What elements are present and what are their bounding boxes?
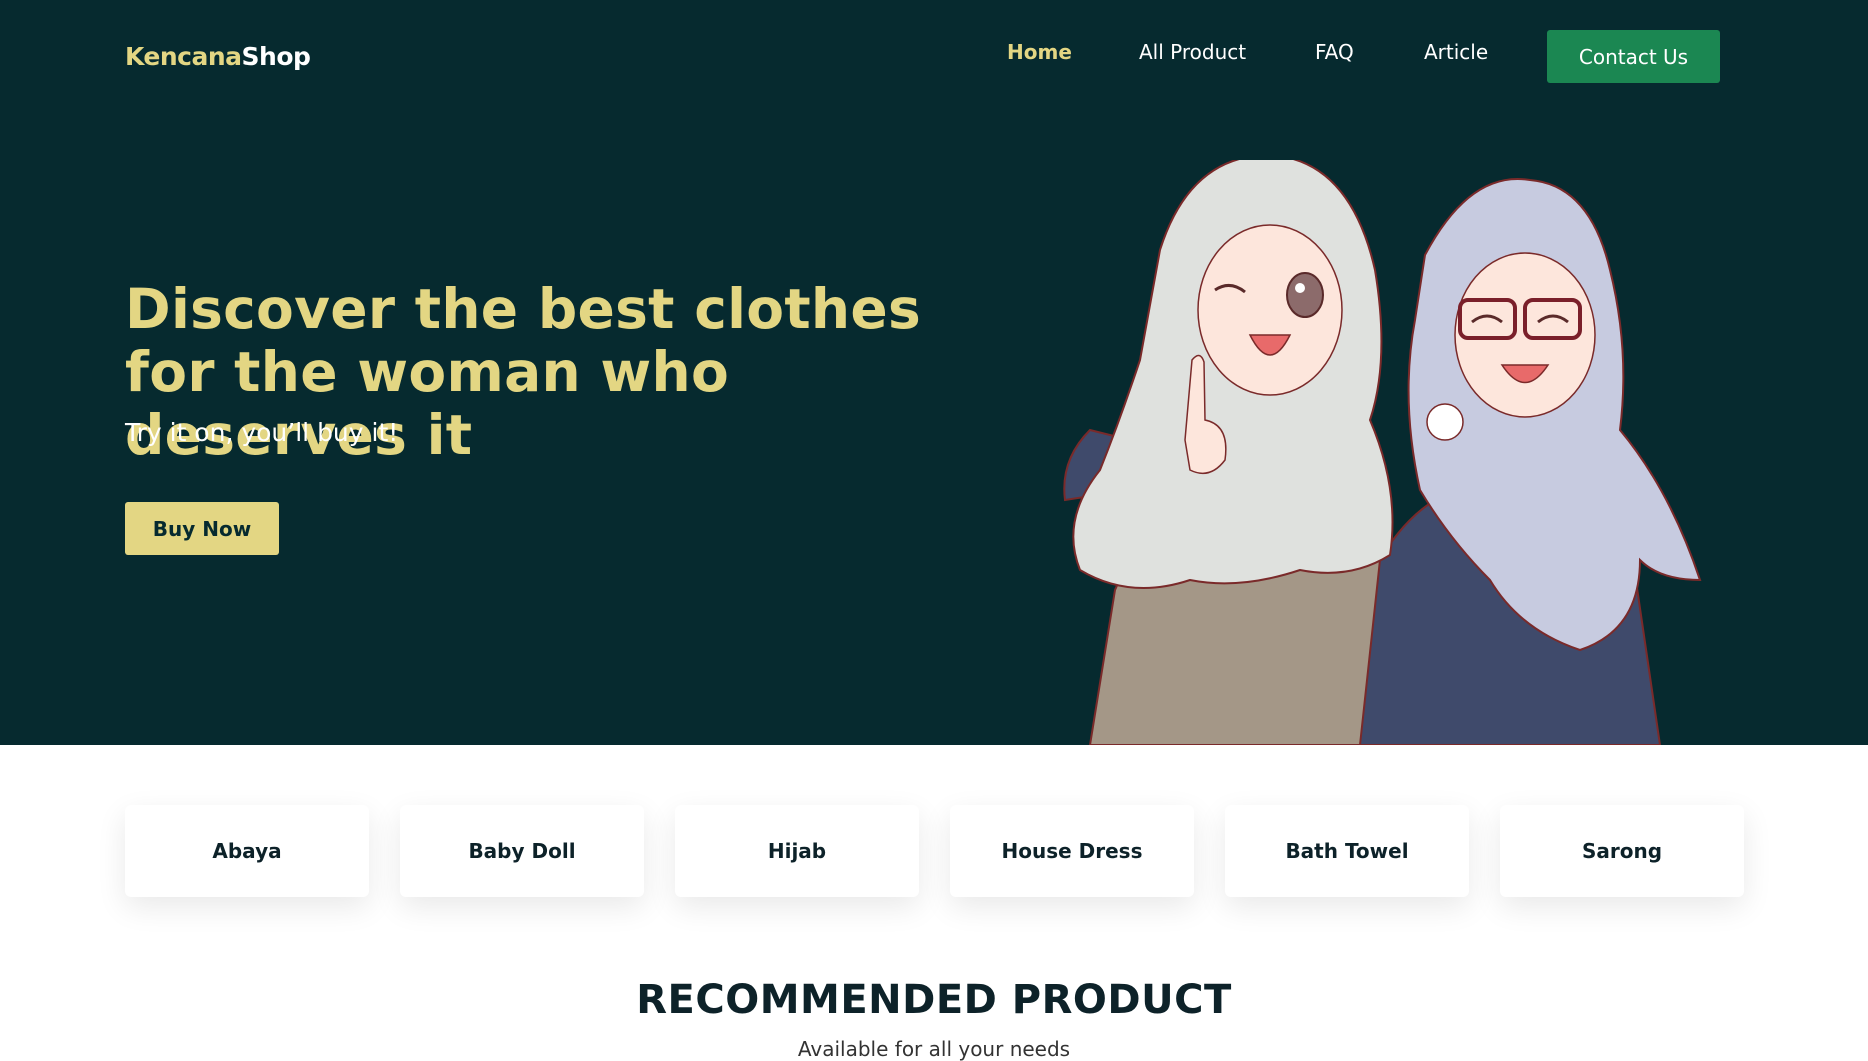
hero-illustration: [1063, 160, 1702, 745]
logo[interactable]: KencanaShop: [125, 42, 311, 71]
category-card-abaya[interactable]: Abaya: [125, 805, 369, 897]
category-card-bath-towel[interactable]: Bath Towel: [1225, 805, 1469, 897]
nav-article-link[interactable]: Article: [1424, 40, 1488, 64]
contact-us-button[interactable]: Contact Us: [1547, 30, 1720, 83]
nav-home-link[interactable]: Home: [1007, 40, 1072, 64]
buy-now-button[interactable]: Buy Now: [125, 502, 279, 555]
category-card-hijab[interactable]: Hijab: [675, 805, 919, 897]
category-card-baby-doll[interactable]: Baby Doll: [400, 805, 644, 897]
hero-subline: Try it on, you’ll buy it!: [125, 418, 399, 447]
recommended-subtitle: Available for all your needs: [797, 1037, 1071, 1061]
cat-brooch-icon: [1426, 403, 1464, 441]
nav-faq-link[interactable]: FAQ: [1315, 40, 1354, 64]
logo-brand-part2: Shop: [241, 42, 311, 71]
logo-brand-part1: Kencana: [125, 42, 242, 71]
left-girl-face: [1197, 224, 1343, 396]
category-card-sarong[interactable]: Sarong: [1500, 805, 1744, 897]
left-girl-eye-shine: [1295, 283, 1305, 293]
left-girl-open-eye: [1286, 272, 1324, 318]
category-list: Abaya Baby Doll Hijab House Dress Bath T…: [125, 805, 1745, 897]
category-card-house-dress[interactable]: House Dress: [950, 805, 1194, 897]
nav-all-product-link[interactable]: All Product: [1139, 40, 1246, 64]
hero-section: KencanaShop Home All Product FAQ Article…: [0, 0, 1868, 745]
recommended-title: RECOMMENDED PRODUCT: [636, 977, 1232, 1023]
